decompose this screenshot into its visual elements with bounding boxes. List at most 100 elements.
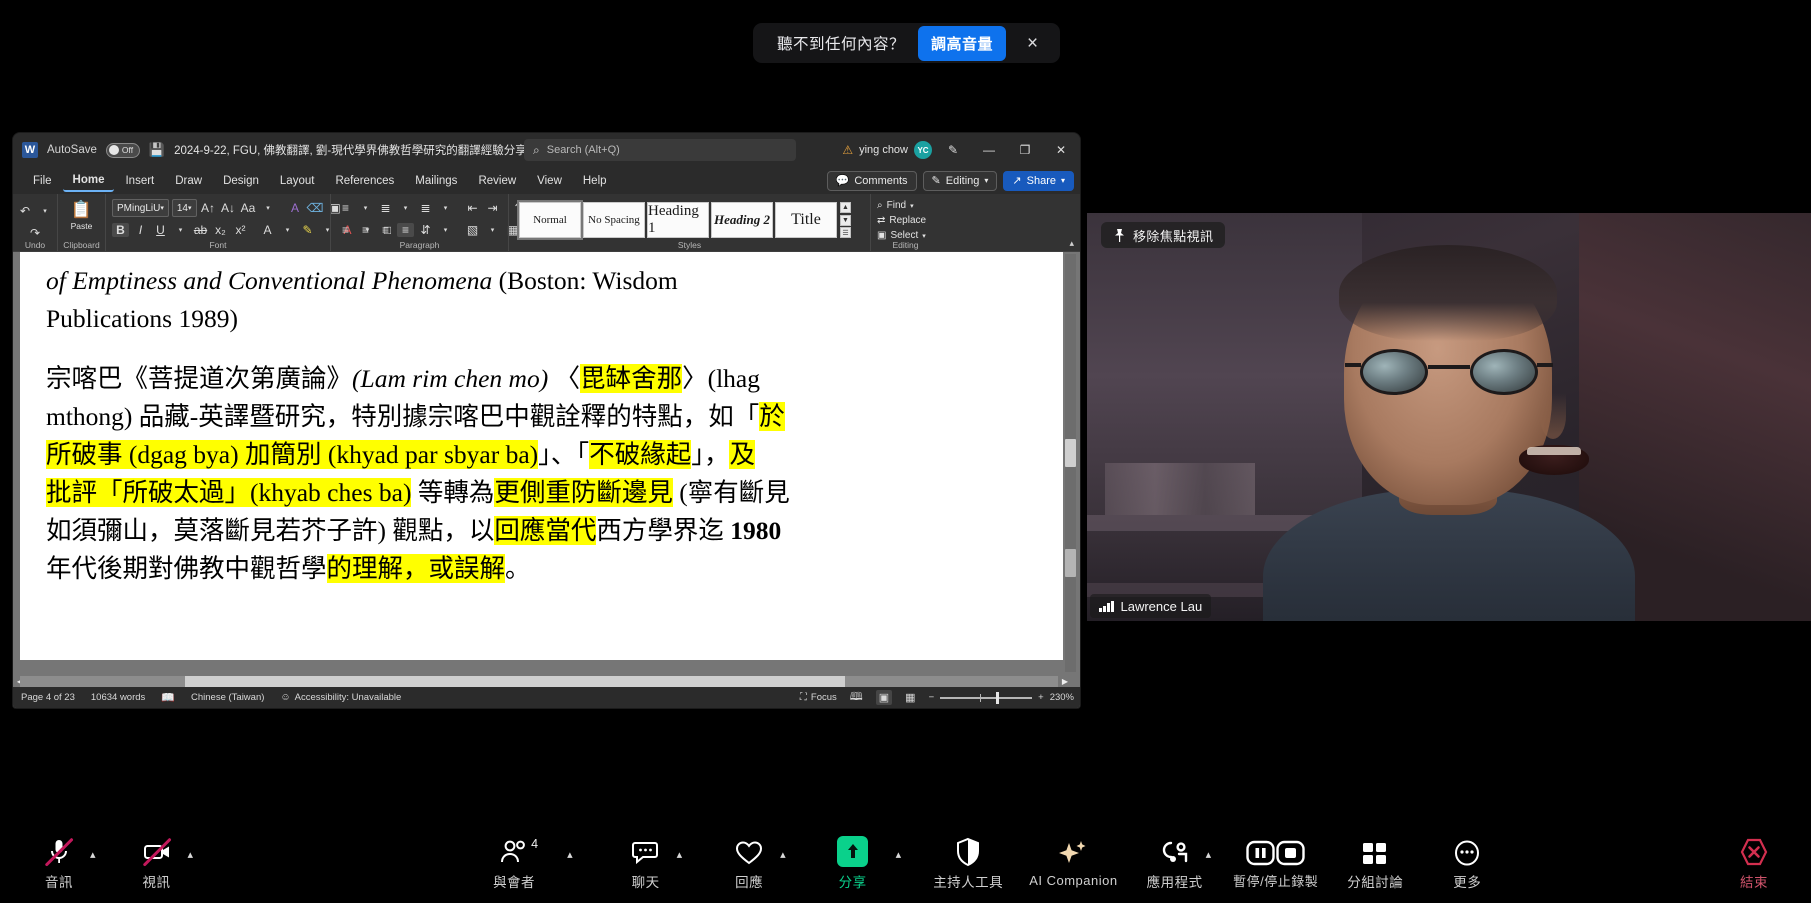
tab-help[interactable]: Help (573, 171, 617, 191)
editing-mode-button[interactable]: ✎ Editing ▾ (922, 170, 998, 191)
paste-label[interactable]: Paste (71, 221, 93, 231)
toolbar-end-meeting[interactable]: 結束 (1723, 833, 1785, 891)
comments-button[interactable]: 💬 Comments (826, 170, 917, 191)
tab-file[interactable]: File (23, 171, 62, 191)
ink-pen-icon[interactable]: ✎ (938, 133, 968, 167)
numbered-list-icon[interactable]: ≣ (377, 201, 394, 215)
decrease-font-size-icon[interactable]: A↓ (220, 201, 237, 215)
justify-icon[interactable]: ≡ (397, 223, 414, 237)
document-page[interactable]: of Emptiness and Conventional Phenomena … (20, 252, 1063, 660)
zoom-slider[interactable]: − + 230% (929, 691, 1074, 704)
toolbar-audio[interactable]: 音訊 (28, 833, 90, 891)
italic-icon[interactable]: I (132, 223, 149, 237)
tab-home[interactable]: Home (62, 170, 115, 192)
tab-layout[interactable]: Layout (270, 171, 325, 191)
chevron-down-icon[interactable]: ▾ (437, 204, 454, 212)
share-button[interactable]: ↗ Share ▾ (1003, 170, 1074, 191)
toolbar-participants[interactable]: 4 與會者 (483, 833, 545, 891)
bold-icon[interactable]: B (112, 223, 129, 237)
toolbar-breakout-rooms[interactable]: 分組討論 (1344, 833, 1406, 891)
zoom-track[interactable] (940, 691, 1033, 704)
text-outline-icon[interactable]: A (259, 223, 276, 237)
chevron-down-icon[interactable]: ▾ (437, 226, 454, 234)
video-tile-lawrence-lau[interactable]: 移除焦點視訊 Lawrence Lau (1087, 213, 1811, 621)
zoom-out-button[interactable]: − (929, 692, 935, 703)
share-options-chevron-icon[interactable]: ▴ (896, 848, 902, 861)
search-input[interactable]: ⌕ Search (Alt+Q) (524, 139, 796, 161)
toolbar-ai-companion[interactable]: AI Companion (1029, 835, 1117, 888)
toolbar-host-tools[interactable]: 主持人工具 (933, 833, 1003, 891)
tab-mailings[interactable]: Mailings (405, 171, 467, 191)
read-mode-icon[interactable]: 🕮 (850, 688, 863, 707)
toolbar-apps[interactable]: 應用程式 (1144, 833, 1206, 891)
bullet-list-icon[interactable]: ≡ (337, 201, 354, 215)
increase-indent-icon[interactable]: ⇥ (484, 201, 501, 215)
align-left-icon[interactable]: ≡ (337, 223, 354, 237)
multilevel-list-icon[interactable]: ≣ (417, 201, 434, 215)
text-effects-icon[interactable]: A (287, 201, 304, 215)
style-normal[interactable]: Normal (517, 200, 583, 240)
audio-options-chevron-icon[interactable]: ▴ (90, 848, 96, 861)
shading-icon[interactable]: ▧ (464, 223, 481, 237)
tab-references[interactable]: References (325, 171, 404, 191)
align-center-icon[interactable]: ≡ (357, 223, 374, 237)
chevron-down-icon[interactable]: ▾ (172, 226, 189, 234)
style-heading-1[interactable]: Heading 1 (647, 202, 709, 238)
style-no-spacing[interactable]: No Spacing (583, 202, 645, 238)
close-button[interactable]: ✕ (1046, 133, 1076, 167)
scrollbar-thumb-horizontal[interactable] (185, 676, 845, 687)
font-size-select[interactable]: 14 ▾ (171, 199, 197, 217)
tab-review[interactable]: Review (468, 171, 526, 191)
underline-icon[interactable]: U (152, 223, 169, 237)
toolbar-chat[interactable]: 聊天 (615, 833, 677, 891)
font-name-select[interactable]: PMingLiU ▾ (112, 199, 169, 217)
toolbar-video[interactable]: 視訊 (126, 833, 188, 891)
avatar[interactable]: YC (914, 141, 932, 159)
tab-view[interactable]: View (527, 171, 572, 191)
restore-button[interactable]: ❐ (1010, 133, 1040, 167)
find-button[interactable]: ⌕ Find ▾ (877, 198, 934, 213)
chevron-down-icon[interactable]: ▾ (484, 226, 501, 234)
horizontal-scrollbar[interactable] (20, 676, 1058, 687)
increase-volume-button[interactable]: 調高音量 (918, 25, 1007, 61)
increase-font-size-icon[interactable]: A↑ (200, 201, 217, 215)
word-count[interactable]: 10634 words (91, 692, 145, 703)
redo-icon[interactable]: ↷ (27, 226, 44, 240)
focus-mode-button[interactable]: ⛶ Focus (800, 692, 837, 703)
unpin-video-button[interactable]: 移除焦點視訊 (1101, 222, 1226, 248)
toolbar-share-screen[interactable]: 分享 (822, 833, 884, 891)
reactions-options-chevron-icon[interactable]: ▴ (780, 848, 786, 861)
align-right-icon[interactable]: ≡ (377, 223, 394, 237)
autosave-toggle[interactable]: Off (105, 142, 140, 158)
chevron-down-icon[interactable]: ▾ (357, 204, 374, 212)
vertical-scrollbar[interactable] (1065, 254, 1076, 672)
chevron-down-icon[interactable]: ▾ (397, 204, 414, 212)
chat-options-chevron-icon[interactable]: ▴ (677, 848, 683, 861)
change-case-icon[interactable]: Aa (240, 201, 257, 215)
warning-icon[interactable]: ⚠ (842, 143, 853, 157)
subscript-icon[interactable]: x₂ (212, 223, 229, 237)
tab-insert[interactable]: Insert (115, 171, 164, 191)
tab-design[interactable]: Design (213, 171, 269, 191)
clear-formatting-icon[interactable]: ⌫ (307, 201, 324, 215)
zoom-in-button[interactable]: + (1038, 692, 1044, 703)
scroll-down-icon[interactable]: ▼ (840, 214, 851, 226)
video-options-chevron-icon[interactable]: ▴ (188, 848, 194, 861)
highlight-color-icon[interactable]: ✎ (299, 223, 316, 237)
print-layout-icon[interactable]: ▣ (875, 690, 893, 705)
save-icon[interactable]: 💾 (149, 142, 165, 158)
web-layout-icon[interactable]: ▦ (905, 691, 915, 704)
paste-icon[interactable]: 📋 (71, 200, 92, 220)
strikethrough-icon[interactable]: ab (192, 223, 209, 237)
participants-options-chevron-icon[interactable]: ▴ (567, 848, 573, 861)
scroll-up-icon[interactable]: ▲ (840, 202, 851, 213)
minimize-button[interactable]: — (974, 133, 1004, 167)
collapse-ribbon-icon[interactable]: ▴ (1069, 238, 1074, 249)
zoom-thumb[interactable] (996, 691, 1000, 704)
page-indicator[interactable]: Page 4 of 23 (21, 692, 75, 703)
decrease-indent-icon[interactable]: ⇤ (464, 201, 481, 215)
toolbar-pause-stop-recording[interactable]: 暫停/停止錄製 (1233, 833, 1318, 890)
zoom-level[interactable]: 230% (1050, 692, 1074, 703)
tab-draw[interactable]: Draw (165, 171, 212, 191)
chevron-down-icon[interactable]: ▾ (37, 207, 54, 215)
